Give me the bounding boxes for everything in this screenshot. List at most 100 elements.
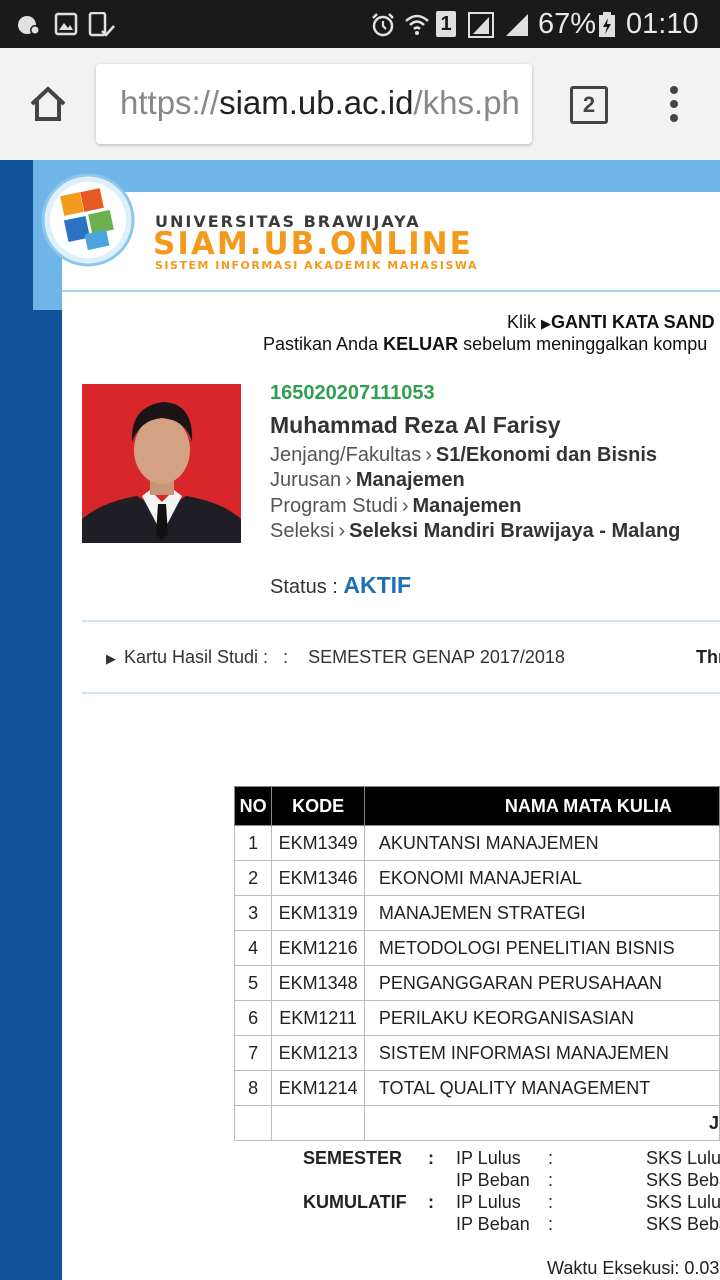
change-password-link[interactable]: GANTI KATA SAND: [551, 312, 715, 332]
cell-empty: [233, 1105, 273, 1141]
data-saver-icon: [16, 12, 40, 36]
system-subtitle: SISTEM INFORMASI AKADEMIK MAHASISWA: [155, 259, 479, 272]
caret-right-icon: ▶: [106, 651, 116, 666]
wifi-icon: [404, 12, 429, 36]
col-kode: KODE: [271, 786, 365, 826]
address-bar[interactable]: https://siam.ub.ac.id/khs.ph: [96, 64, 532, 144]
cell-empty: [271, 1105, 365, 1141]
sem-ip-lulus-colon: :: [548, 1148, 554, 1168]
caret-right-icon: ▶: [541, 316, 552, 331]
table-row: 8 EKM1214 TOTAL QUALITY MANAGEMENT: [233, 1070, 720, 1106]
sem-ip-lulus-label: IP Lulus: [456, 1148, 521, 1168]
header-divider: [62, 290, 720, 292]
cell-no: 1: [233, 825, 273, 861]
field-selection: Seleksi › Seleksi Mandiri Brawijaya - Mala…: [270, 520, 681, 542]
kum-sks-lulus-label: SKS Lulu: [646, 1192, 720, 1212]
alarm-icon: [370, 12, 394, 37]
cell-kode: EKM1216: [271, 930, 365, 966]
table-row: 5 EKM1348 PENGANGGARAN PERUSAHAAN: [233, 965, 720, 1001]
cell-nama: TOTAL QUALITY MANAGEMENT: [363, 1070, 720, 1106]
cell-kode: EKM1211: [271, 1000, 365, 1036]
change-password-notice: Klik ▶GANTI KATA SAND: [507, 312, 715, 332]
field-study-program: Program Studi › Manajemen: [270, 495, 522, 517]
cell-no: 3: [233, 895, 273, 931]
sim-badge: 1: [436, 11, 456, 37]
cell-kode: EKM1214: [271, 1070, 365, 1106]
sem-sks-beban-label: SKS Beba: [646, 1170, 720, 1190]
sem-sks-lulus-label: SKS Lulu: [646, 1148, 720, 1168]
semester-colon: :: [428, 1148, 434, 1168]
cell-kode: EKM1348: [271, 965, 365, 1001]
kum-ip-lulus-colon: :: [548, 1192, 554, 1212]
left-blue-bar: [0, 160, 62, 1280]
execution-time: Waktu Eksekusi: 0.03: [547, 1258, 720, 1278]
table-row: 1 EKM1349 AKUNTANSI MANAJEMEN: [233, 825, 720, 861]
student-nim: 165020207111053: [270, 382, 435, 404]
kumulatif-colon: :: [428, 1192, 434, 1212]
table-footer-row: J: [233, 1105, 720, 1141]
cell-no: 6: [233, 1000, 273, 1036]
table-row: 6 EKM1211 PERILAKU KEORGANISASIAN: [233, 1000, 720, 1036]
kum-ip-beban-colon: :: [548, 1214, 554, 1234]
student-photo: [82, 384, 241, 543]
tab-switcher-button[interactable]: 2: [570, 86, 608, 124]
sem-ip-beban-colon: :: [548, 1170, 554, 1190]
table-row: 2 EKM1346 EKONOMI MANAJERIAL: [233, 860, 720, 896]
divider-2: [82, 692, 720, 694]
cell-kode: EKM1346: [271, 860, 365, 896]
grades-table: NO KODE NAMA MATA KULIA 1 EKM1349 AKUNTANS…: [233, 786, 720, 1141]
signal-icon-1: [468, 12, 494, 38]
cell-nama: EKONOMI MANAJERIAL: [363, 860, 720, 896]
battery-icon: [598, 12, 616, 37]
table-header-row: NO KODE NAMA MATA KULIA: [233, 786, 720, 826]
cell-no: 4: [233, 930, 273, 966]
semester-select[interactable]: SEMESTER GENAP 2017/2018: [308, 647, 565, 667]
url-scheme: https://: [120, 84, 220, 121]
col-nama: NAMA MATA KULIA: [363, 786, 720, 826]
cell-nama: MANAJEMEN STRATEGI: [363, 895, 720, 931]
kum-ip-lulus-label: IP Lulus: [456, 1192, 521, 1212]
cell-kode: EKM1349: [271, 825, 365, 861]
device-check-icon: [88, 11, 115, 37]
gallery-icon: [54, 12, 78, 36]
home-icon[interactable]: [28, 84, 68, 124]
sem-ip-beban-label: IP Beban: [456, 1170, 530, 1190]
cell-nama: PENGANGGARAN PERUSAHAAN: [363, 965, 720, 1001]
col-no: NO: [233, 786, 273, 826]
overflow-menu-icon[interactable]: [664, 84, 684, 124]
battery-percent: 67%: [538, 8, 597, 40]
cell-no: 5: [233, 965, 273, 1001]
kumulatif-label: KUMULATIF: [303, 1192, 407, 1212]
table-row: 4 EKM1216 METODOLOGI PENELITIAN BISNIS: [233, 930, 720, 966]
table-row: 3 EKM1319 MANAJEMEN STRATEGI: [233, 895, 720, 931]
signal-icon-2: [504, 12, 528, 36]
field-faculty: Jenjang/Fakultas › S1/Ekonomi dan Bisnis: [270, 444, 658, 466]
khs-row: ▶ Kartu Hasil Studi : : SEMESTER GENAP 20…: [106, 647, 565, 667]
student-status: Status : AKTIF: [270, 572, 412, 598]
table-total-label: J: [363, 1105, 720, 1141]
status-badge: AKTIF: [343, 572, 412, 598]
student-name: Muhammad Reza Al Farisy: [270, 412, 561, 438]
logout-notice: Pastikan Anda KELUAR sebelum meninggalka…: [263, 334, 708, 354]
cell-no: 8: [233, 1070, 273, 1106]
cell-nama: PERILAKU KEORGANISASIAN: [363, 1000, 720, 1036]
cell-no: 7: [233, 1035, 273, 1071]
status-bar: 1 67% 01:10: [0, 0, 720, 48]
semester-label: SEMESTER: [303, 1148, 403, 1168]
university-logo-icon[interactable]: [40, 172, 136, 268]
clock: 01:10: [626, 8, 699, 40]
divider-1: [82, 620, 720, 622]
cell-nama: SISTEM INFORMASI MANAJEMEN: [363, 1035, 720, 1071]
table-row: 7 EKM1213 SISTEM INFORMASI MANAJEMEN: [233, 1035, 720, 1071]
url-host: siam.ub.ac.id: [219, 84, 414, 121]
cell-no: 2: [233, 860, 273, 896]
field-department: Jurusan › Manajemen: [270, 469, 465, 491]
academic-year-label: Thr: [696, 647, 720, 667]
cell-nama: METODOLOGI PENELITIAN BISNIS: [363, 930, 720, 966]
cell-nama: AKUNTANSI MANAJEMEN: [363, 825, 720, 861]
system-name: SIAM.UB.ONLINE: [153, 226, 473, 262]
kum-ip-beban-label: IP Beban: [456, 1214, 530, 1234]
kum-sks-beban-label: SKS Beba: [646, 1214, 720, 1234]
cell-kode: EKM1319: [271, 895, 365, 931]
url-path: /khs.ph: [413, 84, 520, 121]
